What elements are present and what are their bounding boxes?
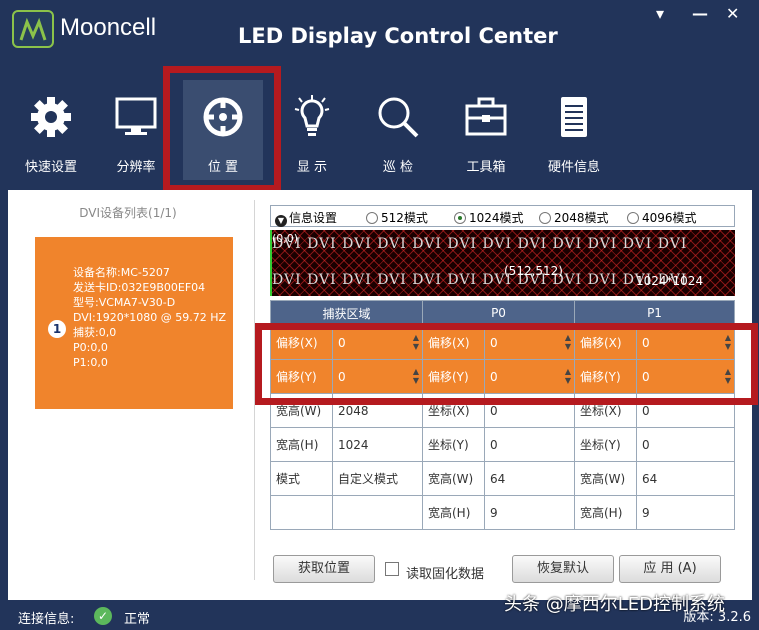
- table-cell: 宽高(H): [422, 495, 485, 530]
- p0-width-input[interactable]: 64: [484, 461, 575, 496]
- nav-label: 显 示: [296, 160, 328, 175]
- watermark: 头条 @摩西尔LED控制系统: [504, 594, 725, 615]
- header-p1: P1: [574, 300, 735, 326]
- table-row: 宽高(H) 1024 坐标(Y) 0 坐标(Y) 0: [270, 427, 735, 462]
- device-number-badge: 1: [48, 320, 66, 338]
- origin-coordinate: (0,0): [272, 232, 299, 245]
- chevron-down-icon: ▼: [275, 215, 287, 227]
- p0-height-input[interactable]: 9: [484, 495, 575, 530]
- table-cell: [332, 495, 423, 530]
- info-settings-label: 信息设置: [289, 211, 338, 225]
- info-settings-toggle[interactable]: ▼ 信息设置: [275, 209, 337, 227]
- sender-card-id: 发送卡ID:032E9B00EF04: [73, 281, 206, 294]
- nav-label: 工具箱: [466, 160, 506, 175]
- chip-icon: [551, 94, 597, 144]
- p1-info: P1:0,0: [73, 356, 108, 369]
- apply-button[interactable]: 应 用 (A): [619, 555, 721, 583]
- device-list-title: DVI设备列表(1/1): [79, 206, 177, 220]
- table-cell: 宽高(H): [270, 427, 333, 462]
- p1-height-input[interactable]: 9: [636, 495, 735, 530]
- app-title: LED Display Control Center: [238, 24, 558, 48]
- gear-icon: [28, 94, 74, 144]
- toolbar: Mooncell LED Display Control Center ▾ — …: [0, 0, 759, 192]
- table-cell: 宽高(W): [574, 461, 637, 496]
- get-position-button[interactable]: 获取位置: [273, 555, 375, 583]
- mode-label: 4096模式: [642, 211, 697, 225]
- p1-width-input[interactable]: 64: [636, 461, 735, 496]
- dvi-resolution: DVI:1920*1080 @ 59.72 HZ: [73, 311, 227, 324]
- table-cell: 模式: [270, 461, 333, 496]
- connection-status: 正常: [124, 612, 151, 627]
- mode-label: 2048模式: [554, 211, 609, 225]
- mode-512-radio[interactable]: 512模式: [366, 209, 428, 226]
- nav-quick-setup[interactable]: 快速设置: [11, 80, 91, 180]
- radio-icon: [627, 212, 639, 224]
- capture-preview[interactable]: DVI DVI DVI DVI DVI DVI DVI DVI DVI DVI …: [270, 230, 735, 296]
- device-model: 型号:VCMA7-V30-D: [73, 296, 176, 309]
- radio-icon: [454, 212, 466, 224]
- dvi-pattern-row: DVI DVI DVI DVI DVI DVI DVI DVI DVI DVI …: [272, 272, 688, 288]
- lightbulb-icon: [289, 94, 335, 144]
- monitor-icon: [113, 94, 159, 144]
- capture-info: 捕获:0,0: [73, 326, 117, 339]
- capture-height-input[interactable]: 1024: [332, 427, 423, 462]
- nav-inspect[interactable]: 巡 检: [358, 80, 438, 180]
- mode-1024-radio[interactable]: 1024模式: [454, 209, 524, 226]
- table-cell: 坐标(Y): [422, 427, 485, 462]
- logo-icon: [12, 10, 54, 48]
- nav-hardware-info[interactable]: 硬件信息: [534, 80, 614, 180]
- check-icon: ✓: [94, 607, 112, 625]
- app-window: Mooncell LED Display Control Center ▾ — …: [0, 0, 759, 630]
- nav-toolbox[interactable]: 工具箱: [446, 80, 526, 180]
- table-row: 宽高(H) 9 宽高(H) 9: [270, 495, 735, 530]
- toolbox-icon: [463, 94, 509, 144]
- device-info: 设备名称:MC-5207 发送卡ID:032E9B00EF04 型号:VCMA7…: [73, 265, 226, 370]
- mode-selector: ▼ 信息设置 512模式 1024模式 2048模式 4096模式: [270, 205, 735, 227]
- region-size: 1024*1024: [636, 274, 704, 288]
- table-cell: 宽高(H): [574, 495, 637, 530]
- p0-info: P0:0,0: [73, 341, 108, 354]
- radio-icon: [539, 212, 551, 224]
- p0-y-input[interactable]: 0: [484, 427, 575, 462]
- table-row: 模式 自定义模式 宽高(W) 64 宽高(W) 64: [270, 461, 735, 496]
- read-fixed-label: 读取固化数据: [406, 567, 485, 582]
- nav-label: 快速设置: [24, 160, 77, 175]
- capture-mode-select[interactable]: 自定义模式: [332, 461, 423, 496]
- radio-icon: [366, 212, 378, 224]
- logo-text: Mooncell: [60, 14, 157, 41]
- magnifier-icon: [375, 94, 421, 144]
- nav-label: 硬件信息: [547, 160, 600, 175]
- table-cell: 宽高(W): [422, 461, 485, 496]
- mode-2048-radio[interactable]: 2048模式: [539, 209, 609, 226]
- header-p0: P0: [422, 300, 575, 326]
- nav-label: 巡 检: [382, 160, 414, 175]
- highlight-frame: [255, 323, 758, 405]
- restore-default-button[interactable]: 恢复默认: [512, 555, 614, 583]
- nav-display[interactable]: 显 示: [272, 80, 352, 180]
- dvi-pattern-row: DVI DVI DVI DVI DVI DVI DVI DVI DVI DVI …: [272, 236, 688, 252]
- header-capture: 捕获区域: [270, 300, 423, 326]
- table-cell: 坐标(Y): [574, 427, 637, 462]
- center-coordinate: (512,512): [504, 264, 563, 278]
- mode-label: 512模式: [381, 211, 428, 225]
- menu-icon[interactable]: ▾: [656, 4, 664, 23]
- highlight-frame: [163, 66, 281, 192]
- mode-4096-radio[interactable]: 4096模式: [627, 209, 697, 226]
- close-icon[interactable]: ✕: [726, 4, 739, 23]
- device-name: 设备名称:MC-5207: [73, 266, 170, 279]
- connection-label: 连接信息:: [18, 612, 75, 627]
- device-card[interactable]: 1 设备名称:MC-5207 发送卡ID:032E9B00EF04 型号:VCM…: [35, 237, 233, 409]
- minimize-icon[interactable]: —: [692, 4, 708, 23]
- table-cell: [270, 495, 333, 530]
- read-fixed-checkbox[interactable]: [385, 562, 399, 576]
- mode-label: 1024模式: [469, 211, 524, 225]
- p1-y-input[interactable]: 0: [636, 427, 735, 462]
